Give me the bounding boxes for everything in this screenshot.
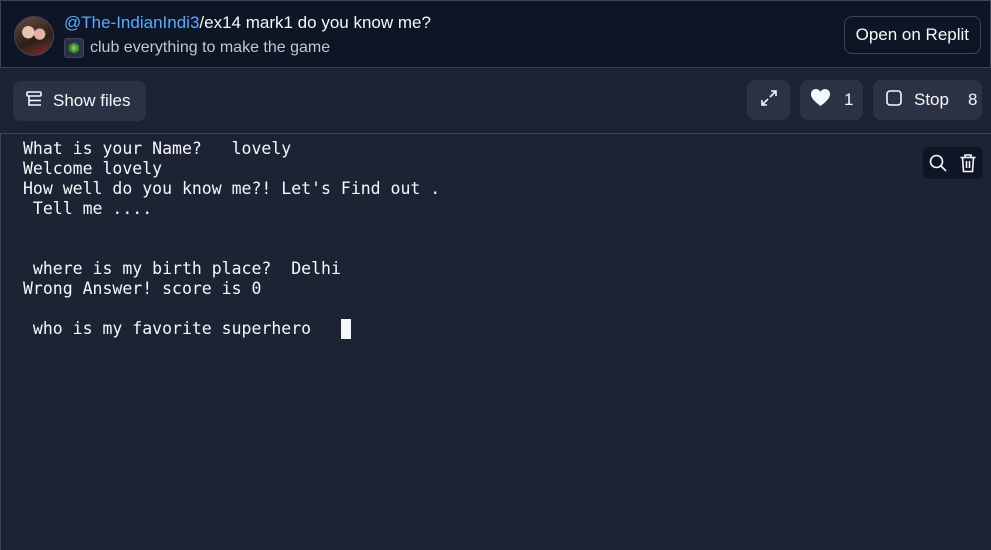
description-text: club everything to make the game — [90, 39, 331, 56]
like-count: 1 — [844, 90, 854, 109]
text-cursor[interactable] — [340, 319, 351, 339]
show-files-label: Show files — [53, 91, 131, 110]
repl-description: club everything to make the game — [64, 38, 330, 58]
repl-title: @The-IndianIndi3/ex14 mark1 do you know … — [64, 13, 431, 33]
expand-button[interactable] — [747, 80, 790, 120]
show-files-button[interactable]: Show files — [13, 81, 146, 121]
heart-icon — [810, 88, 831, 112]
run-count: 8 — [967, 90, 978, 109]
repl-name[interactable]: ex14 mark1 do you know me? — [204, 13, 431, 32]
console-line: Tell me .... — [23, 199, 153, 218]
console-tools — [923, 147, 983, 179]
search-icon[interactable] — [925, 150, 951, 176]
stop-square-icon — [885, 89, 903, 112]
trash-icon[interactable] — [955, 150, 981, 176]
console-text: What is your Name? lovely Welcome lovely… — [23, 139, 440, 339]
files-icon — [25, 90, 43, 113]
repl-header: @The-IndianIndi3/ex14 mark1 do you know … — [0, 0, 991, 68]
toolbar: Show files 1 Stop 8 — [0, 68, 991, 134]
owner-avatar[interactable] — [14, 16, 54, 56]
console-line: where is my birth place? Delhi — [23, 259, 341, 278]
nodejs-icon — [64, 38, 84, 58]
console-line: What is your Name? lovely — [23, 139, 292, 158]
like-button[interactable]: 1 — [800, 80, 863, 120]
console-line: Welcome lovely — [23, 159, 163, 178]
stop-button[interactable]: Stop 8 — [873, 80, 982, 120]
expand-icon — [759, 88, 779, 113]
open-on-replit-button[interactable]: Open on Replit — [843, 16, 981, 54]
console-line: How well do you know me?! Let's Find out… — [23, 179, 441, 198]
console-line: who is my favorite superhero — [23, 319, 341, 338]
owner-link[interactable]: @The-IndianIndi3 — [64, 13, 199, 32]
stop-label: Stop — [914, 90, 949, 109]
console-output[interactable]: What is your Name? lovely Welcome lovely… — [0, 134, 991, 550]
console-line: Wrong Answer! score is 0 — [23, 279, 262, 298]
